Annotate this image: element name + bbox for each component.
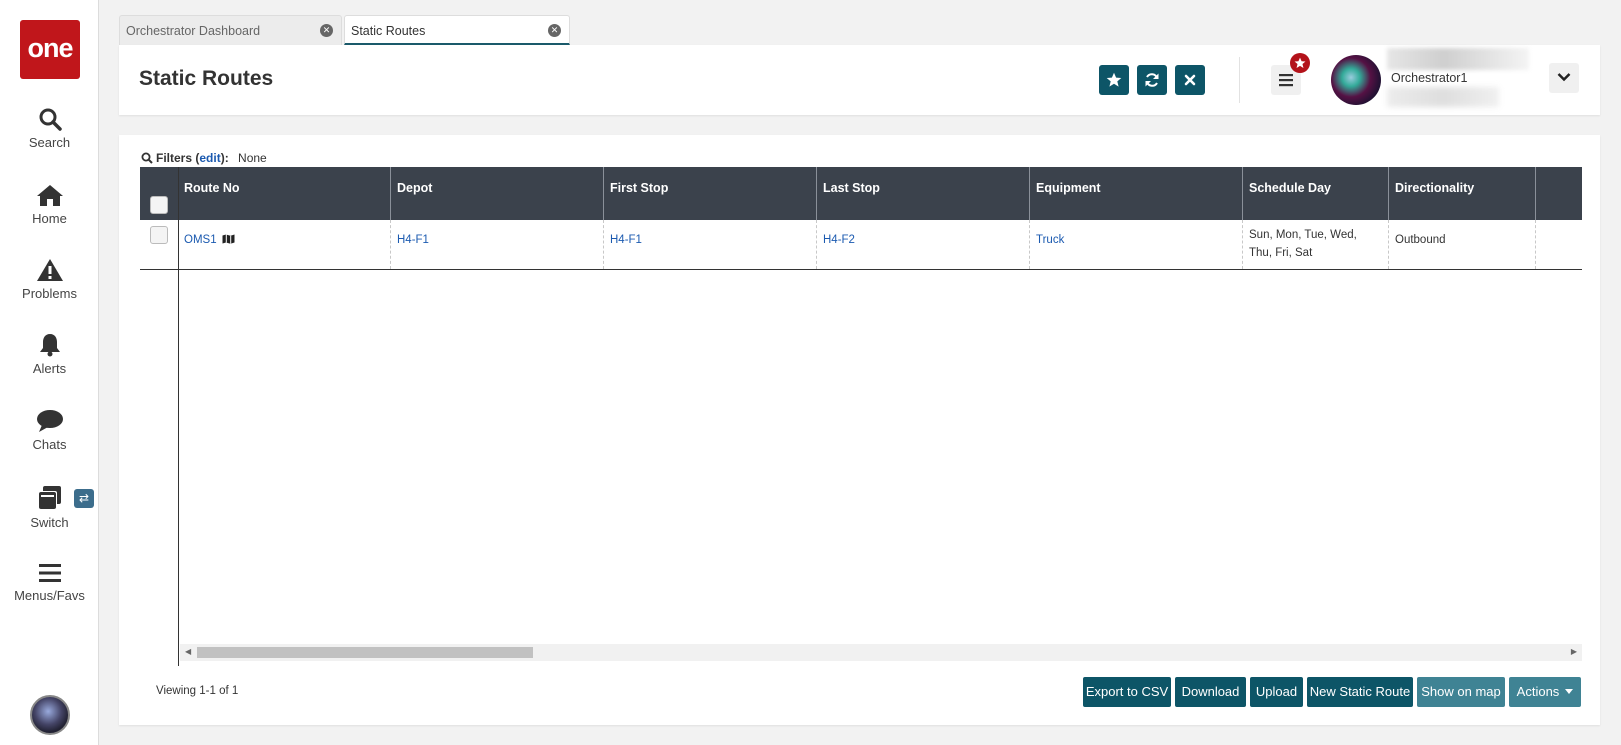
tab-static-routes[interactable]: Static Routes ✕ [344,15,570,45]
column-header-schedule-day[interactable]: Schedule Day [1243,167,1389,220]
scrollbar-thumb[interactable] [197,647,533,658]
horizontal-scrollbar[interactable]: ◀ ▶ [180,644,1582,661]
page-header: Static Routes Orchestrator1 [119,45,1600,115]
equipment-link[interactable]: Truck [1036,234,1064,246]
user-info-redacted [1387,48,1529,70]
search-icon [141,152,153,164]
nav-chats[interactable]: Chats [0,409,99,452]
star-icon [1106,72,1122,87]
tab-label: Orchestrator Dashboard [126,24,261,38]
close-page-button[interactable] [1175,65,1205,95]
select-all-checkbox[interactable] [150,196,168,214]
column-header-last-stop[interactable]: Last Stop [817,167,1030,220]
caret-down-icon [1565,689,1574,694]
home-icon [36,185,63,206]
filters-value: None [238,151,267,165]
nav-switch-label: Switch [30,515,69,530]
favorite-button[interactable] [1099,65,1129,95]
chat-icon [36,410,63,432]
column-header-route-no[interactable]: Route No [178,167,391,220]
column-header-first-stop[interactable]: First Stop [604,167,817,220]
user-role-redacted [1387,87,1499,107]
cell-depot: H4-F1 [391,220,604,269]
cell-schedule-day: Sun, Mon, Tue, Wed, Thu, Fri, Sat [1243,220,1389,269]
cell-equipment: Truck [1030,220,1243,269]
last-stop-link[interactable]: H4-F2 [823,234,855,246]
nav-avatar[interactable] [30,695,70,735]
show-on-map-button[interactable]: Show on map [1417,677,1505,707]
row-checkbox[interactable] [150,226,168,244]
hamburger-icon [38,564,61,582]
bell-icon [39,334,60,357]
chevron-down-icon [1557,73,1571,82]
user-name: Orchestrator1 [1391,71,1468,85]
cell-directionality: Outbound [1389,220,1536,269]
new-static-route-button[interactable]: New Static Route [1307,677,1413,707]
cell-first-stop: H4-F1 [604,220,817,269]
tab-label: Static Routes [351,24,426,38]
column-header-equipment[interactable]: Equipment [1030,167,1243,220]
user-menu-toggle[interactable] [1549,63,1579,93]
star-icon [1294,57,1306,68]
depot-link[interactable]: H4-F1 [397,234,429,246]
warning-icon [36,259,63,281]
refresh-icon [1145,73,1159,87]
table-row: OMS1 H4-F1 H4-F1 H4-F2 Truck Sun, Mon, T… [140,220,1582,270]
header-divider [1239,57,1240,103]
nav-chats-label: Chats [32,437,67,452]
cell-route-no: OMS1 [178,220,391,269]
main-panel: Filters (edit): None Route No Depot Firs… [119,135,1600,725]
first-stop-link[interactable]: H4-F1 [610,234,642,246]
routes-grid: Route No Depot First Stop Last Stop Equi… [140,167,1582,666]
nav-problems[interactable]: Problems [0,258,99,301]
nav-problems-label: Problems [22,286,77,301]
nav-search-label: Search [28,135,71,150]
search-icon [39,108,62,131]
filters-bar: Filters (edit): None [141,151,267,165]
actions-label: Actions [1516,684,1560,699]
column-header-directionality[interactable]: Directionality [1389,167,1536,220]
nav-alerts[interactable]: Alerts [0,333,99,376]
close-icon[interactable]: ✕ [320,24,333,37]
close-icon [1184,74,1196,86]
hamburger-icon [1279,74,1293,87]
close-icon[interactable]: ✕ [548,24,561,37]
actions-dropdown-button[interactable]: Actions [1509,677,1581,707]
pagination-info: Viewing 1-1 of 1 [156,685,239,697]
download-button[interactable]: Download [1175,677,1246,707]
checkbox-column-divider [178,167,179,666]
export-csv-button[interactable]: Export to CSV [1083,677,1171,707]
nav-menus-favs[interactable]: Menus/Favs [0,562,99,603]
nav-search[interactable]: Search [0,107,99,150]
scroll-right-arrow-icon[interactable]: ▶ [1571,647,1577,656]
user-avatar[interactable] [1331,55,1381,105]
nav-menus-favs-label: Menus/Favs [14,588,85,603]
map-icon[interactable] [222,234,235,244]
scroll-left-arrow-icon[interactable]: ◀ [185,647,191,656]
refresh-button[interactable] [1137,65,1167,95]
upload-button[interactable]: Upload [1250,677,1303,707]
app-logo[interactable]: one [20,20,80,79]
favorites-badge[interactable] [1290,53,1310,73]
nav-home[interactable]: Home [0,183,99,226]
left-nav: one Search Home Problems Alerts Chats Sw… [0,0,99,745]
route-no-link[interactable]: OMS1 [184,234,217,246]
tab-orchestrator-dashboard[interactable]: Orchestrator Dashboard ✕ [119,15,342,45]
switch-badge[interactable]: ⇄ [74,489,94,508]
switch-icon [37,486,61,510]
filters-label: Filters [156,151,193,165]
nav-home-label: Home [32,211,67,226]
nav-alerts-label: Alerts [32,361,67,376]
column-header-depot[interactable]: Depot [391,167,604,220]
page-title: Static Routes [139,67,274,90]
cell-last-stop: H4-F2 [817,220,1030,269]
filters-edit-link[interactable]: edit [199,151,220,165]
grid-header: Route No Depot First Stop Last Stop Equi… [140,167,1582,220]
